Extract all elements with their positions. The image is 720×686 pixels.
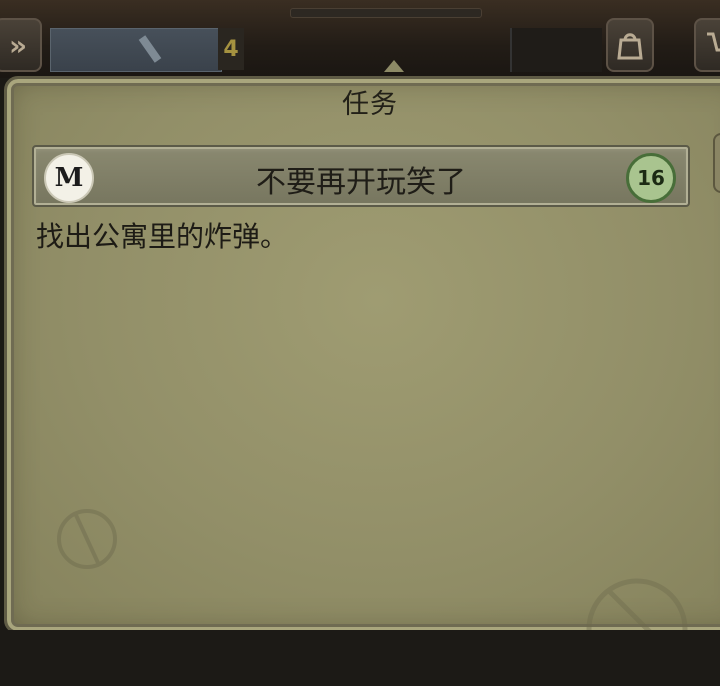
quest-header[interactable]: M 不要再开玩笑了 16 xyxy=(32,145,690,207)
panel-pointer xyxy=(384,60,404,72)
item-mark-icon xyxy=(138,35,162,63)
double-chevron-right-icon[interactable]: » xyxy=(0,18,42,72)
compass-emblem-icon xyxy=(57,509,117,569)
hud-empty-slot xyxy=(510,28,602,72)
hud-item-slot[interactable] xyxy=(50,28,222,72)
panel-title: 任务 xyxy=(342,89,398,120)
panel-side-tab[interactable] xyxy=(713,133,720,193)
quest-description: 找出公寓里的炸弹。 xyxy=(36,220,289,253)
bottom-strip xyxy=(0,630,720,686)
cart-icon-shape xyxy=(707,32,720,52)
cart-icon[interactable] xyxy=(694,18,720,72)
bag-icon[interactable] xyxy=(606,18,654,72)
quest-level-badge: 16 xyxy=(626,153,676,203)
quest-name: 不要再开玩笑了 xyxy=(256,165,466,200)
bag-icon-shape xyxy=(617,33,643,60)
hud-counter: 4 xyxy=(218,28,244,70)
hud-progress-track xyxy=(290,8,482,18)
top-hud: » 4 xyxy=(0,0,720,78)
